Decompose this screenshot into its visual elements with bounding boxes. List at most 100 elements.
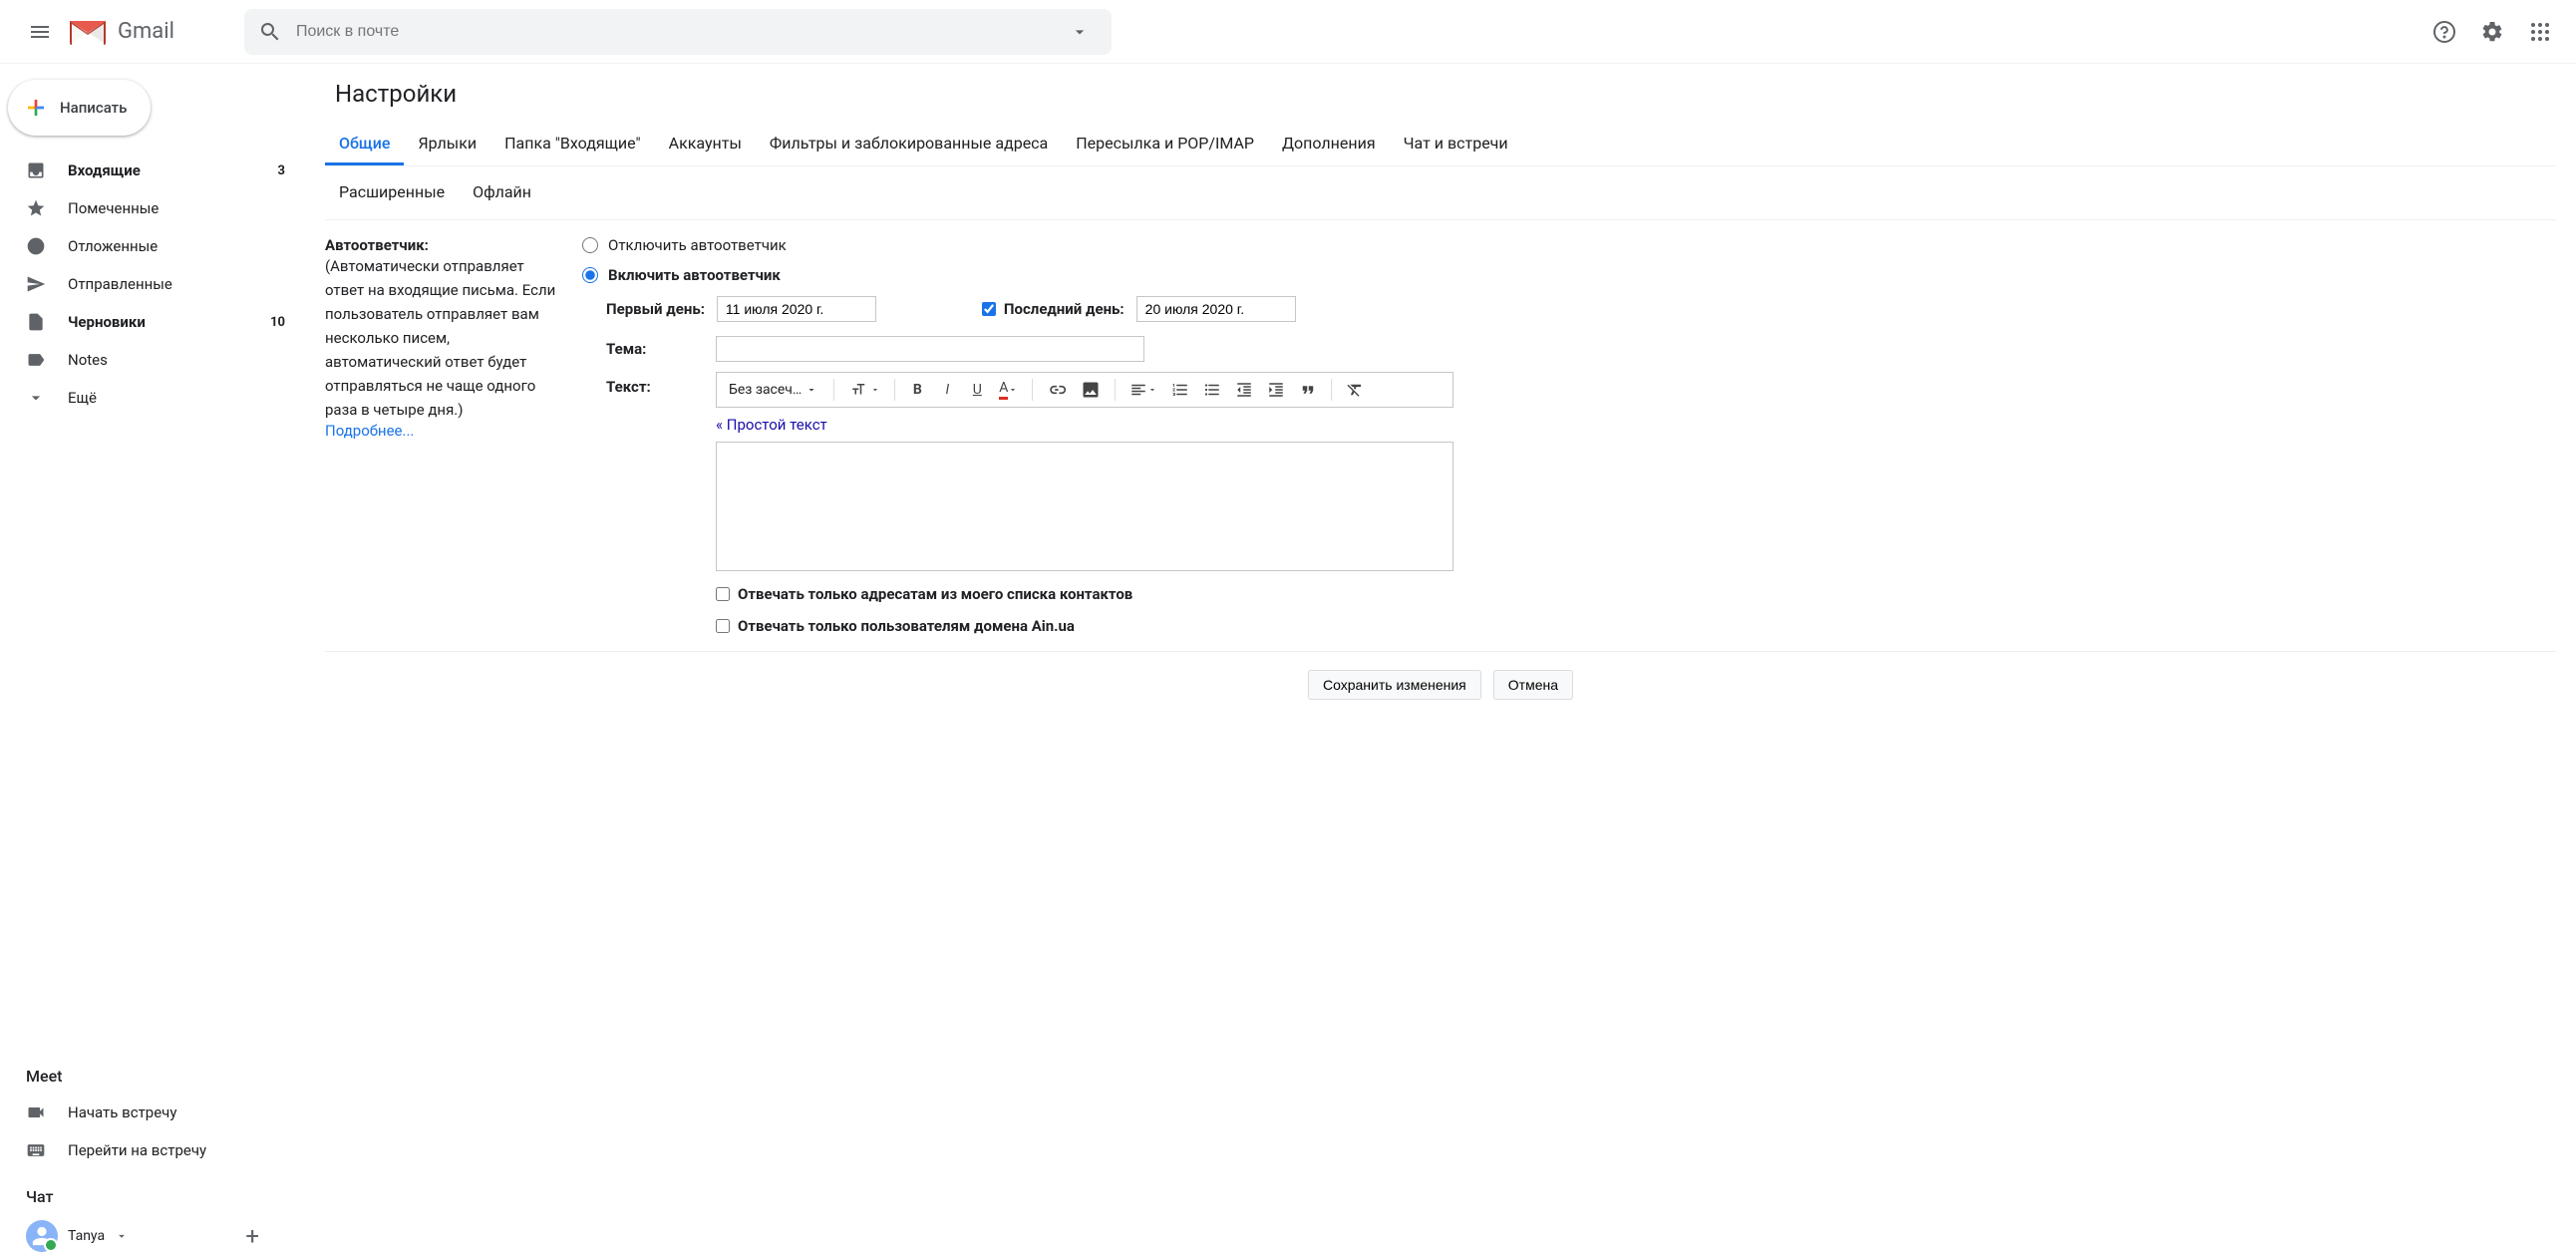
link-icon: [1047, 380, 1067, 400]
tab-Папка "Входящие"[interactable]: Папка "Входящие": [490, 124, 655, 165]
chev-icon: [26, 388, 46, 408]
plus-icon: [24, 96, 48, 120]
caret-down-icon: [1070, 22, 1090, 42]
tab-Аккаунты[interactable]: Аккаунты: [655, 124, 756, 165]
editor-toolbar: Без засеч… B I U A: [716, 372, 1453, 408]
meet-list: Начать встречуПерейти на встречу: [0, 1094, 305, 1169]
align-button[interactable]: [1126, 377, 1161, 403]
nav-list: Входящие3 Помеченные Отложенные Отправленны…: [0, 152, 305, 417]
user-avatar: [26, 1220, 58, 1252]
domain-only-checkbox[interactable]: [716, 619, 730, 633]
tab-Чат и встречи[interactable]: Чат и встречи: [1390, 124, 1522, 165]
meet-section-title: Meet: [0, 1049, 305, 1094]
sidebar-item-count: 10: [270, 315, 285, 330]
tab-Дополнения[interactable]: Дополнения: [1268, 124, 1390, 165]
autoresponder-off-label: Отключить автоответчик: [608, 236, 787, 254]
indent-increase-icon: [1267, 381, 1285, 399]
sidebar-item-3[interactable]: Отправленные: [0, 265, 305, 303]
autoresponder-section: Автоответчик: (Автоматически отправляет …: [325, 220, 2556, 652]
tab-Офлайн[interactable]: Офлайн: [459, 174, 545, 209]
first-day-label: Первый день:: [606, 300, 705, 318]
autoresponder-title: Автоответчик:: [325, 236, 562, 254]
tab-Расширенные[interactable]: Расширенные: [325, 174, 459, 209]
underline-button[interactable]: U: [965, 377, 989, 403]
last-day-checkbox[interactable]: [982, 302, 996, 316]
last-day-label: Последний день:: [1004, 300, 1125, 318]
sidebar-item-1[interactable]: Помеченные: [0, 189, 305, 227]
settings-button[interactable]: [2472, 12, 2512, 52]
sidebar-item-count: 3: [278, 163, 285, 178]
sidebar-item-label: Отложенные: [68, 237, 285, 255]
support-button[interactable]: [2424, 12, 2464, 52]
search-options-button[interactable]: [1062, 14, 1098, 50]
footer-buttons: Сохранить изменения Отмена: [325, 652, 2556, 718]
search-bar[interactable]: [244, 9, 1112, 55]
subject-input[interactable]: [716, 336, 1144, 362]
bulleted-list-button[interactable]: [1199, 377, 1225, 403]
logo[interactable]: Gmail: [68, 17, 174, 47]
quote-button[interactable]: [1295, 377, 1321, 403]
indent-decrease-icon: [1235, 381, 1253, 399]
sidebar-item-2[interactable]: Отложенные: [0, 227, 305, 265]
video-icon: [26, 1102, 46, 1122]
file-icon: [26, 312, 46, 332]
autoresponder-off-option[interactable]: Отключить автоответчик: [582, 236, 2556, 254]
link-button[interactable]: [1043, 377, 1071, 403]
clear-format-icon: [1346, 381, 1364, 399]
sidebar-item-label: Помеченные: [68, 199, 285, 217]
text-color-button[interactable]: A: [995, 377, 1022, 403]
font-family-select[interactable]: Без засеч…: [723, 377, 823, 403]
subject-label: Тема:: [606, 340, 702, 358]
tab-Общие[interactable]: Общие: [325, 124, 404, 165]
learn-more-link[interactable]: Подробнее...: [325, 422, 414, 440]
remove-format-button[interactable]: [1342, 377, 1368, 403]
main-menu-button[interactable]: [16, 8, 64, 56]
search-input[interactable]: [282, 23, 1062, 41]
sidebar-item-label: Отправленные: [68, 275, 285, 293]
compose-button[interactable]: Написать: [8, 80, 151, 136]
sidebar: Написать Входящие3 Помеченные Отложенные От…: [0, 64, 305, 1258]
message-body-editor[interactable]: [716, 442, 1453, 571]
label-icon: [26, 350, 46, 370]
autoresponder-off-radio[interactable]: [582, 237, 598, 253]
indent-less-button[interactable]: [1231, 377, 1257, 403]
gmail-logo-icon: [68, 17, 108, 47]
meet-item-1[interactable]: Перейти на встречу: [0, 1131, 305, 1169]
save-button[interactable]: Сохранить изменения: [1308, 670, 1481, 700]
cancel-button[interactable]: Отмена: [1493, 670, 1573, 700]
plain-text-link[interactable]: « Простой текст: [716, 416, 827, 434]
bold-button[interactable]: B: [905, 377, 929, 403]
tab-Ярлыки[interactable]: Ярлыки: [404, 124, 490, 165]
sidebar-item-5[interactable]: Notes: [0, 341, 305, 379]
italic-button[interactable]: I: [935, 377, 959, 403]
apps-button[interactable]: [2520, 12, 2560, 52]
meet-item-0[interactable]: Начать встречу: [0, 1094, 305, 1131]
settings-tabs-row2: РасширенныеОфлайн: [325, 166, 2556, 220]
font-size-button[interactable]: [844, 377, 884, 403]
indent-more-button[interactable]: [1263, 377, 1289, 403]
chat-user-row[interactable]: Tanya +: [0, 1214, 305, 1258]
sidebar-item-label: Черновики: [68, 313, 270, 331]
first-day-input[interactable]: [717, 296, 876, 322]
chat-user-name: Tanya: [68, 1228, 105, 1244]
new-chat-button[interactable]: +: [245, 1222, 279, 1250]
caret-down-icon: [805, 384, 817, 396]
send-icon: [26, 274, 46, 294]
autoresponder-on-radio[interactable]: [582, 267, 598, 283]
tab-Пересылка и POP/IMAP[interactable]: Пересылка и POP/IMAP: [1062, 124, 1268, 165]
sidebar-item-0[interactable]: Входящие3: [0, 152, 305, 189]
image-button[interactable]: [1077, 377, 1105, 403]
contacts-only-checkbox[interactable]: [716, 587, 730, 601]
autoresponder-on-option[interactable]: Включить автоответчик: [582, 266, 2556, 284]
tab-Фильтры и заблокированные адреса[interactable]: Фильтры и заблокированные адреса: [756, 124, 1062, 165]
keyboard-icon: [26, 1140, 46, 1160]
text-label: Текст:: [606, 372, 702, 396]
image-icon: [1081, 380, 1101, 400]
last-day-input[interactable]: [1136, 296, 1296, 322]
sidebar-item-6[interactable]: Ещё: [0, 379, 305, 417]
clock-icon: [26, 236, 46, 256]
list-bulleted-icon: [1203, 381, 1221, 399]
sidebar-item-4[interactable]: Черновики10: [0, 303, 305, 341]
numbered-list-button[interactable]: [1167, 377, 1193, 403]
product-name: Gmail: [118, 19, 174, 44]
